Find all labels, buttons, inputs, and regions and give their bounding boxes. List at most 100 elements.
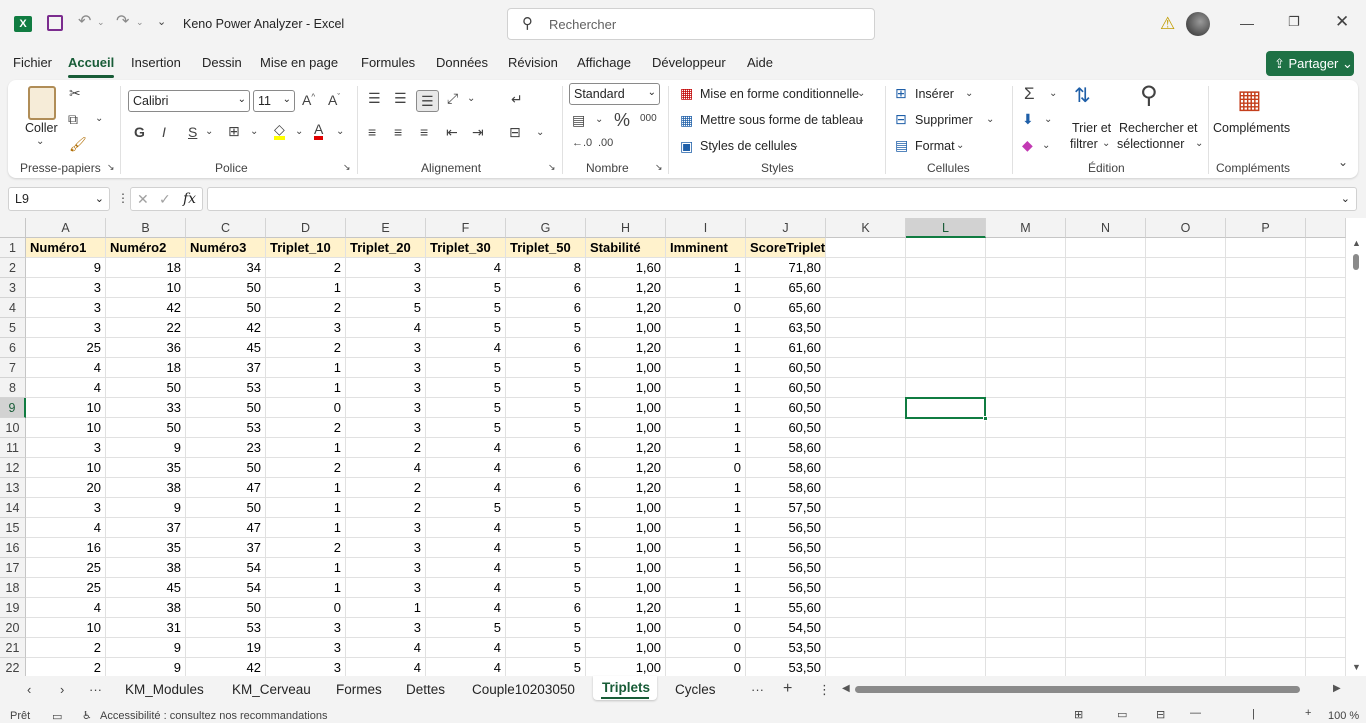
table-cell[interactable]: 1 [666, 438, 746, 458]
table-cell[interactable]: 4 [426, 558, 506, 578]
table-cell[interactable]: 6 [506, 478, 586, 498]
paste-button[interactable]: Coller [25, 121, 58, 135]
empty-cell[interactable] [1146, 638, 1226, 658]
column-title-cell[interactable]: Triplet_10 [266, 238, 346, 258]
empty-cell[interactable] [1226, 478, 1306, 498]
table-cell[interactable]: 6 [506, 278, 586, 298]
table-cell[interactable]: 1 [666, 558, 746, 578]
wrap-text-icon[interactable]: ↵ [511, 92, 523, 106]
empty-cell[interactable] [986, 578, 1066, 598]
empty-cell[interactable] [1306, 458, 1346, 478]
table-cell[interactable]: 0 [266, 398, 346, 418]
table-cell[interactable]: 22 [106, 318, 186, 338]
table-cell[interactable]: 42 [186, 318, 266, 338]
sheet-options-icon[interactable]: ⋮ [818, 683, 831, 696]
table-cell[interactable]: 1 [666, 358, 746, 378]
table-cell[interactable]: 9 [26, 258, 106, 278]
table-cell[interactable]: 1,00 [586, 618, 666, 638]
table-cell[interactable]: 6 [506, 298, 586, 318]
table-cell[interactable]: 18 [106, 358, 186, 378]
empty-cell[interactable] [1066, 518, 1146, 538]
column-title-cell[interactable]: ScoreTriplet [746, 238, 826, 258]
bold-button[interactable]: G [134, 125, 145, 139]
table-cell[interactable]: 1,00 [586, 578, 666, 598]
column-header-o[interactable]: O [1146, 218, 1226, 238]
empty-cell[interactable] [826, 598, 906, 618]
table-cell[interactable]: 2 [266, 458, 346, 478]
table-cell[interactable]: 2 [266, 538, 346, 558]
empty-cell[interactable] [1226, 658, 1306, 676]
number-format-dropdown[interactable]: Standard ⌄ [569, 83, 660, 105]
empty-cell[interactable] [1306, 438, 1346, 458]
table-cell[interactable]: 5 [426, 618, 506, 638]
table-cell[interactable]: 2 [266, 418, 346, 438]
table-cell[interactable]: 38 [106, 598, 186, 618]
minimize-icon[interactable]: — [1240, 16, 1254, 30]
table-cell[interactable]: 34 [186, 258, 266, 278]
empty-cell[interactable] [1306, 618, 1346, 638]
scroll-left-icon[interactable]: ◀ [842, 684, 850, 694]
empty-cell[interactable] [826, 438, 906, 458]
clear-dropdown-icon[interactable]: ⌄ [1042, 141, 1050, 151]
table-cell[interactable]: 3 [26, 298, 106, 318]
table-cell[interactable]: 1,00 [586, 558, 666, 578]
table-cell[interactable]: 18 [106, 258, 186, 278]
table-cell[interactable]: 1 [346, 598, 426, 618]
table-cell[interactable]: 1,00 [586, 318, 666, 338]
table-cell[interactable]: 50 [186, 278, 266, 298]
empty-cell[interactable] [1226, 558, 1306, 578]
decrease-font-icon[interactable]: Aˇ [328, 93, 340, 107]
empty-cell[interactable] [826, 578, 906, 598]
empty-cell[interactable] [826, 378, 906, 398]
table-cell[interactable]: 1 [666, 378, 746, 398]
empty-cell[interactable] [906, 558, 986, 578]
table-cell[interactable]: 58,60 [746, 458, 826, 478]
empty-cell[interactable] [986, 438, 1066, 458]
scroll-right-icon[interactable]: ▶ [1333, 684, 1341, 694]
empty-cell[interactable] [1066, 458, 1146, 478]
table-cell[interactable]: 2 [266, 298, 346, 318]
row-header[interactable]: 21 [0, 638, 26, 658]
table-cell[interactable]: 3 [346, 418, 426, 438]
normal-view-icon[interactable]: ⊞ [1074, 708, 1083, 721]
empty-cell[interactable] [1306, 598, 1346, 618]
empty-cell[interactable] [1306, 658, 1346, 676]
table-cell[interactable]: 56,50 [746, 538, 826, 558]
empty-cell[interactable] [1306, 538, 1346, 558]
empty-cell[interactable] [1066, 498, 1146, 518]
empty-cell[interactable] [906, 658, 986, 676]
column-header-d[interactable]: D [266, 218, 346, 238]
fill-color-icon[interactable]: ◇ [274, 122, 285, 140]
empty-cell[interactable] [826, 258, 906, 278]
table-cell[interactable]: 37 [186, 358, 266, 378]
tab-mise-en-page[interactable]: Mise en page [260, 55, 338, 70]
empty-cell[interactable] [1066, 478, 1146, 498]
table-cell[interactable]: 1,00 [586, 538, 666, 558]
table-cell[interactable]: 0 [666, 298, 746, 318]
column-header-p[interactable]: P [1226, 218, 1306, 238]
conditional-format-dropdown-icon[interactable]: ⌄ [857, 89, 865, 99]
table-cell[interactable]: 1,00 [586, 498, 666, 518]
insert-dropdown-icon[interactable]: ⌄ [965, 89, 973, 99]
table-cell[interactable]: 1,20 [586, 278, 666, 298]
name-box[interactable]: L9 ⌄ [8, 187, 110, 211]
tab-revision[interactable]: Révision [508, 55, 558, 70]
table-cell[interactable]: 3 [346, 338, 426, 358]
table-cell[interactable]: 10 [26, 398, 106, 418]
increase-font-icon[interactable]: A^ [302, 93, 315, 107]
column-header-j[interactable]: J [746, 218, 826, 238]
table-cell[interactable]: 1,00 [586, 658, 666, 676]
table-cell[interactable]: 6 [506, 438, 586, 458]
table-cell[interactable]: 71,80 [746, 258, 826, 278]
table-cell[interactable]: 1 [266, 478, 346, 498]
table-cell[interactable]: 1 [666, 278, 746, 298]
column-header-e[interactable]: E [346, 218, 426, 238]
empty-cell[interactable] [1066, 538, 1146, 558]
table-cell[interactable]: 25 [26, 578, 106, 598]
table-cell[interactable]: 4 [26, 358, 106, 378]
table-cell[interactable]: 35 [106, 538, 186, 558]
format-painter-icon[interactable]: 🖌 [69, 137, 87, 151]
zoom-slider-thumb[interactable]: | [1252, 708, 1255, 720]
table-cell[interactable]: 25 [26, 338, 106, 358]
table-cell[interactable]: 1 [666, 518, 746, 538]
